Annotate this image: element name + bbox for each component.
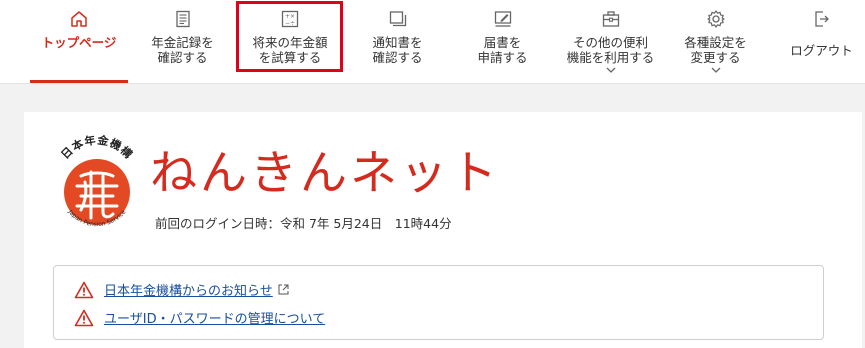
nav-label: その他の便利 機能を利用する: [566, 35, 655, 65]
form-edit-icon: [494, 11, 511, 27]
japan-pension-service-logo: 日本年金機構 Japan Pension Service: [59, 133, 136, 229]
nav-settings[interactable]: 各種設定を 変更する: [668, 0, 763, 83]
main-card: 日本年金機構 Japan Pension Service ねんきんネット 前回の…: [24, 112, 862, 348]
notice-box: 日本年金機構からのお知らせ ユーザID・パスワードの管理について: [53, 265, 824, 340]
gear-icon: [706, 10, 725, 28]
nav-pension-estimate[interactable]: +× −÷ 将来の年金額 を試算する: [240, 0, 340, 83]
toolbox-icon: [602, 11, 619, 27]
nav-other-features[interactable]: その他の便利 機能を利用する: [558, 0, 663, 83]
last-login-datetime: 前回のログイン日時：令和 7年 5月24日 11時44分: [155, 216, 452, 231]
nav-label: 各種設定を 変更する: [684, 35, 747, 65]
record-book-icon: [175, 10, 190, 28]
nav-pension-records[interactable]: 年金記録を 確認する: [135, 0, 230, 83]
documents-icon: [389, 11, 406, 27]
nav-label: 将来の年金額 を試算する: [252, 35, 328, 65]
notice-item: ユーザID・パスワードの管理について: [74, 308, 325, 327]
home-icon: [71, 11, 87, 27]
notice-link-jps-news[interactable]: 日本年金機構からのお知らせ: [104, 280, 273, 299]
nav-logout[interactable]: ログアウト: [778, 0, 865, 83]
top-navigation: トップページ 年金記録を 確認する +× −÷ 将来の年金額 を試算する 通知書…: [0, 0, 865, 84]
warning-icon: [74, 281, 94, 298]
chevron-down-icon: [606, 67, 615, 73]
svg-text:+×: +×: [285, 13, 295, 20]
calculator-icon: +× −÷: [281, 10, 299, 28]
site-title: ねんきんネット: [150, 146, 500, 201]
nav-label: ログアウト: [790, 43, 853, 58]
nav-label: 年金記録を 確認する: [151, 35, 214, 65]
notice-link-userid-password[interactable]: ユーザID・パスワードの管理について: [104, 308, 325, 327]
nav-notices[interactable]: 通知書を 確認する: [350, 0, 445, 83]
nav-applications[interactable]: 届書を 申請する: [455, 0, 550, 83]
warning-icon: [74, 309, 94, 326]
notice-item: 日本年金機構からのお知らせ: [74, 280, 289, 299]
nav-label: 届書を 申請する: [477, 35, 528, 65]
svg-text:−÷: −÷: [285, 20, 295, 27]
chevron-down-icon: [711, 67, 720, 73]
logout-icon: [814, 11, 829, 27]
external-link-icon: [278, 284, 289, 295]
nav-top-page[interactable]: トップページ: [30, 0, 128, 83]
svg-text:日本年金機構: 日本年金機構: [59, 133, 136, 162]
nav-label: トップページ: [41, 35, 117, 50]
nav-label: 通知書を 確認する: [372, 35, 423, 65]
